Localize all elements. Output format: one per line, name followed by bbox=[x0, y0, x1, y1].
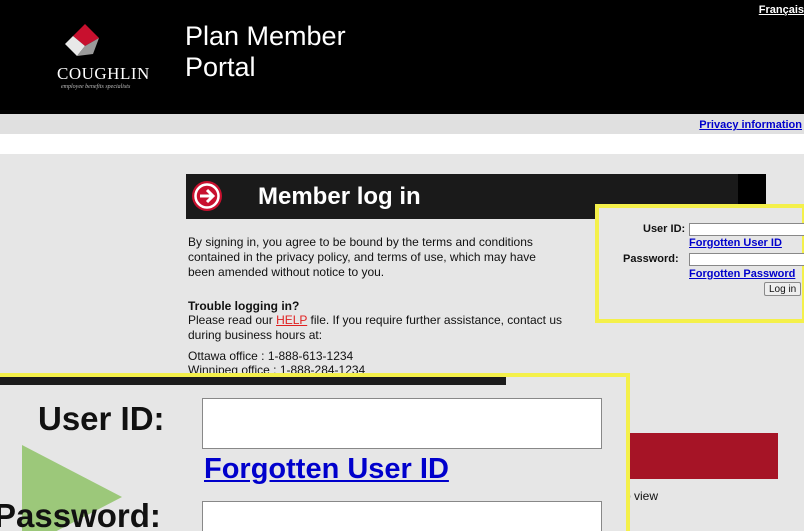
zoom-user-id-label: User ID: bbox=[38, 400, 165, 437]
help-paragraph: Please read our HELP file. If you requir… bbox=[188, 313, 568, 343]
zoom-inset-panel: User ID: Forgotten User ID Password: bbox=[0, 373, 630, 531]
help-link[interactable]: HELP bbox=[276, 313, 307, 327]
page-header: COUGHLIN employee benefits specialists P… bbox=[0, 0, 804, 114]
sub-header-bar bbox=[0, 114, 804, 134]
member-login-title: Member log in bbox=[258, 183, 421, 210]
red-banner-button[interactable] bbox=[620, 433, 778, 479]
logo-text: COUGHLIN bbox=[57, 64, 150, 83]
help-prefix: Please read our bbox=[188, 313, 277, 327]
privacy-information-link[interactable]: Privacy information bbox=[699, 119, 802, 131]
login-form-highlight: User ID: Forgotten User ID Password: For… bbox=[595, 204, 804, 323]
ottawa-phone: Ottawa office : 1-888-613-1234 bbox=[188, 349, 354, 363]
coughlin-logo-icon bbox=[65, 24, 99, 56]
language-toggle-link[interactable]: Français bbox=[759, 4, 804, 16]
forgotten-user-id-link[interactable]: Forgotten User ID bbox=[689, 237, 782, 249]
user-id-label: User ID: bbox=[643, 223, 686, 235]
zoom-dark-strip bbox=[0, 377, 506, 385]
coughlin-logo[interactable]: COUGHLIN employee benefits specialists bbox=[57, 22, 165, 102]
user-id-input[interactable] bbox=[689, 223, 804, 236]
password-input[interactable] bbox=[689, 253, 804, 266]
login-button[interactable]: Log in bbox=[764, 282, 802, 296]
arrow-right-circle-icon bbox=[192, 181, 222, 211]
zoom-forgotten-user-id-link[interactable]: Forgotten User ID bbox=[204, 453, 449, 486]
forgotten-password-link[interactable]: Forgotten Password bbox=[689, 268, 795, 280]
zoom-password-label: Password: bbox=[0, 497, 161, 531]
zoom-password-input[interactable] bbox=[202, 501, 602, 531]
portal-title: Plan Member Portal bbox=[185, 21, 346, 82]
zoom-user-id-input[interactable] bbox=[202, 398, 602, 449]
trouble-logging-heading: Trouble logging in? bbox=[188, 299, 300, 313]
password-label: Password: bbox=[623, 253, 679, 265]
logo-tagline: employee benefits specialists bbox=[61, 84, 131, 90]
terms-notice: By signing in, you agree to be bound by … bbox=[188, 235, 536, 279]
